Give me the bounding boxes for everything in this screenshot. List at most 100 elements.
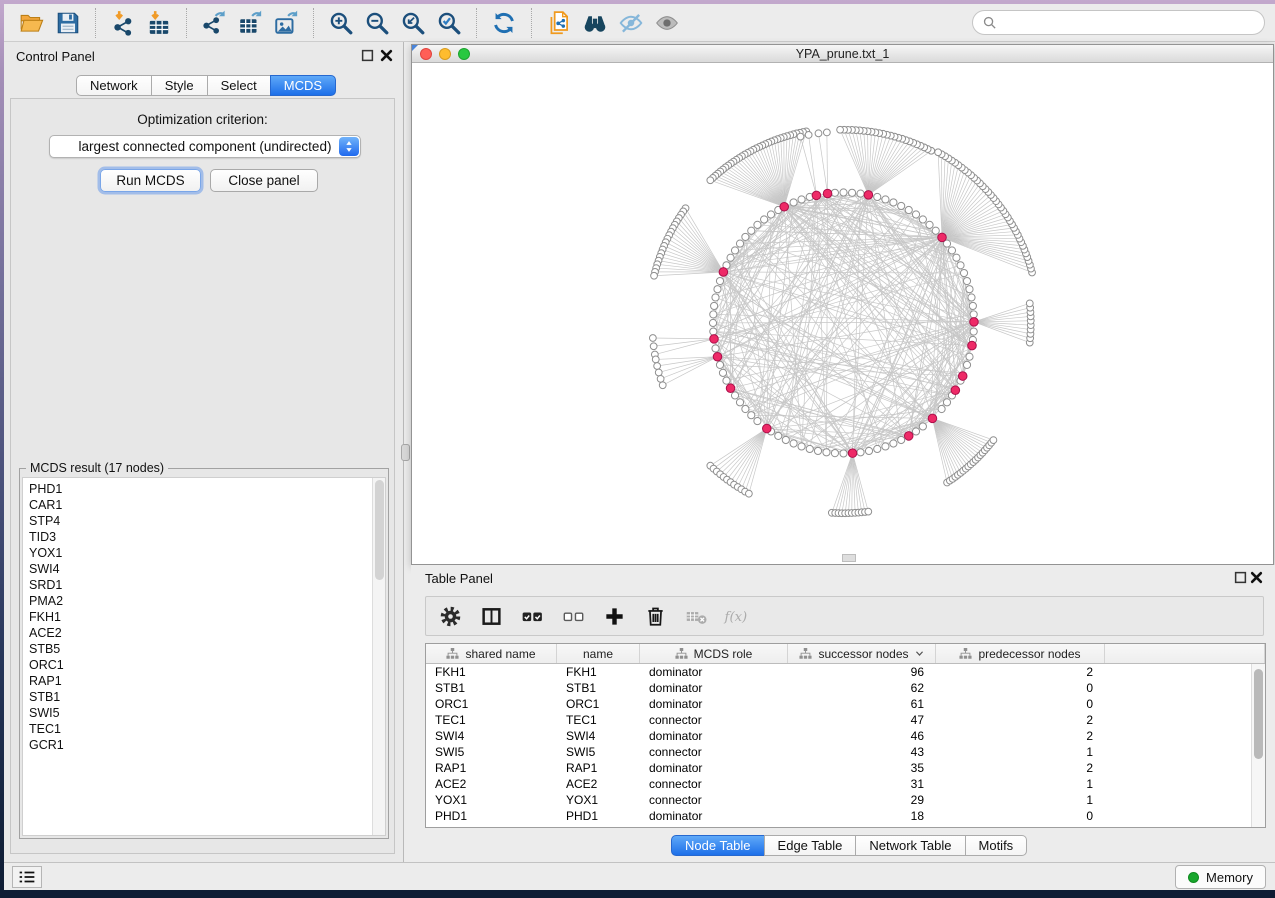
tab-style[interactable]: Style [151,75,208,96]
delete-table-icon [682,602,710,630]
table-row[interactable]: FKH1FKH1dominator962 [426,664,1251,680]
table-row[interactable]: SWI5SWI5connector431 [426,744,1251,760]
memory-button[interactable]: Memory [1175,865,1266,889]
close-table-panel-icon[interactable] [1250,571,1263,584]
network-canvas[interactable] [412,63,1273,564]
mcds-node-item[interactable]: STB1 [23,689,371,705]
tab-network[interactable]: Network [76,75,152,96]
tab-motifs[interactable]: Motifs [965,835,1028,856]
table-row[interactable]: SWI4SWI4dominator462 [426,728,1251,744]
mcds-node-item[interactable]: PMA2 [23,593,371,609]
add-row-icon[interactable] [600,602,628,630]
cell-MCDS-role: connector [640,712,788,728]
combo-stepper-icon [339,137,359,156]
control-panel-tabs: NetworkStyleSelectMCDS [76,75,336,96]
optimization-criterion-label: Optimization criterion: [11,112,394,127]
column-header-predecessor-nodes[interactable]: predecessor nodes [936,644,1105,663]
table-row[interactable]: ACE2ACE2connector311 [426,776,1251,792]
column-header-name[interactable]: name [557,644,640,663]
export-table-icon[interactable] [232,7,268,39]
open-folder-icon[interactable] [14,7,50,39]
table-scrollbar-thumb[interactable] [1254,669,1263,759]
zoom-selected-icon[interactable] [431,7,467,39]
panel-menu-button[interactable] [12,866,42,888]
control-panel: Control Panel NetworkStyleSelectMCDS Opt… [4,42,404,862]
canvas-scroll-nub[interactable] [842,554,856,562]
mcds-node-item[interactable]: FKH1 [23,609,371,625]
cell-MCDS-role: dominator [640,680,788,696]
binoculars-icon[interactable] [577,7,613,39]
cell-successor-nodes: 61 [788,696,936,712]
tab-mcds[interactable]: MCDS [270,75,336,96]
tab-select[interactable]: Select [207,75,271,96]
network-graph[interactable] [412,63,1273,564]
show-all-icon[interactable] [649,7,685,39]
cell-predecessor-nodes: 1 [936,776,1105,792]
column-label: successor nodes [818,647,908,661]
mcds-node-item[interactable]: STP4 [23,513,371,529]
run-mcds-button[interactable]: Run MCDS [100,169,201,192]
column-header-MCDS-role[interactable]: MCDS role [640,644,788,663]
search-input[interactable] [1002,16,1255,30]
mcds-list-scrollbar[interactable] [372,478,385,835]
toolbar-separator [531,8,532,38]
mcds-node-item[interactable]: YOX1 [23,545,371,561]
mcds-node-item[interactable]: STB5 [23,641,371,657]
settings-icon[interactable] [436,602,464,630]
float-panel-icon[interactable] [361,49,374,62]
column-header-shared-name[interactable]: shared name [426,644,557,663]
mcds-node-item[interactable]: SRD1 [23,577,371,593]
columns-icon[interactable] [477,602,505,630]
close-panel-button[interactable]: Close panel [210,169,318,192]
select-all-icon[interactable] [518,602,546,630]
tab-edge-table[interactable]: Edge Table [764,835,857,856]
network-window-titlebar[interactable]: YPA_prune.txt_1 [412,45,1273,63]
tab-network-table[interactable]: Network Table [855,835,965,856]
mcds-scrollbar-thumb[interactable] [375,480,384,580]
tab-node-table[interactable]: Node Table [671,835,765,856]
column-header-successor-nodes[interactable]: successor nodes [788,644,936,663]
table-row[interactable]: ORC1ORC1dominator610 [426,696,1251,712]
cell-name: PHD1 [557,808,640,824]
hide-unselected-icon[interactable] [613,7,649,39]
delete-row-icon[interactable] [641,602,669,630]
mcds-result-group: MCDS result (17 nodes) PHD1CAR1STP4TID3Y… [19,468,389,839]
zoom-fit-icon[interactable] [395,7,431,39]
mcds-node-item[interactable]: SWI5 [23,705,371,721]
search-box[interactable] [972,10,1265,35]
table-scrollbar[interactable] [1251,664,1265,827]
mcds-node-item[interactable]: TID3 [23,529,371,545]
column-label: shared name [465,647,535,661]
zoom-in-icon[interactable] [323,7,359,39]
mcds-node-item[interactable]: SWI4 [23,561,371,577]
import-table-icon[interactable] [141,7,177,39]
export-image-icon[interactable] [268,7,304,39]
mcds-node-item[interactable]: CAR1 [23,497,371,513]
mcds-node-item[interactable]: TEC1 [23,721,371,737]
mcds-node-item[interactable]: ORC1 [23,657,371,673]
export-network-icon[interactable] [196,7,232,39]
deselect-all-icon[interactable] [559,602,587,630]
close-panel-icon[interactable] [380,49,393,62]
table-row[interactable]: STB1STB1dominator620 [426,680,1251,696]
mcds-node-item[interactable]: RAP1 [23,673,371,689]
refresh-icon[interactable] [486,7,522,39]
cell-successor-nodes: 96 [788,664,936,680]
copy-share-icon[interactable] [541,7,577,39]
table-row[interactable]: TEC1TEC1connector472 [426,712,1251,728]
save-icon[interactable] [50,7,86,39]
mcds-node-item[interactable]: GCR1 [23,737,371,753]
split-pane-handle[interactable] [401,444,410,461]
optimization-criterion-select[interactable]: largest connected component (undirected) [49,135,361,158]
cell-name: YOX1 [557,792,640,808]
import-network-icon[interactable] [105,7,141,39]
table-row[interactable]: RAP1RAP1dominator352 [426,760,1251,776]
zoom-out-icon[interactable] [359,7,395,39]
cell-shared-name: TEC1 [426,712,557,728]
float-table-panel-icon[interactable] [1234,571,1247,584]
table-row[interactable]: YOX1YOX1connector291 [426,792,1251,808]
table-row[interactable]: PHD1PHD1dominator180 [426,808,1251,824]
control-panel-header: Control Panel [4,42,403,68]
mcds-node-item[interactable]: ACE2 [23,625,371,641]
mcds-node-item[interactable]: PHD1 [23,481,371,497]
